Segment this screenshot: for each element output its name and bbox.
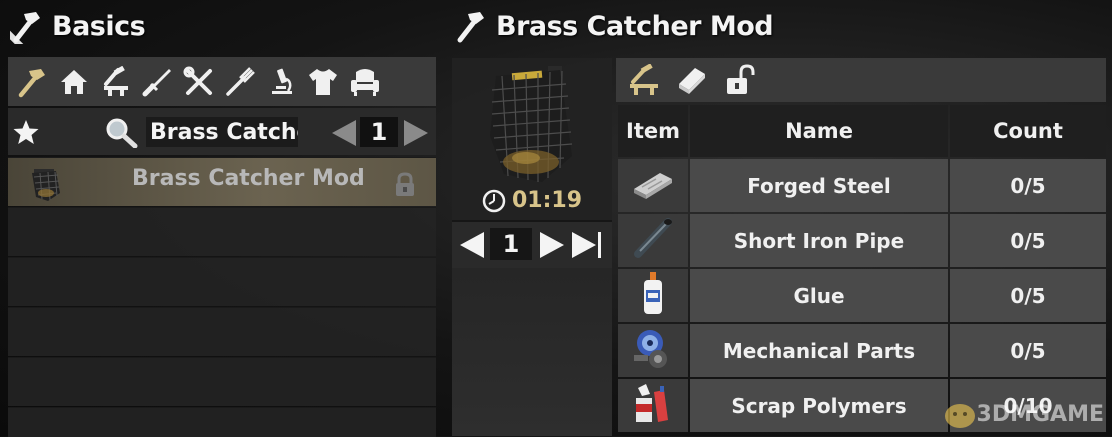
craft-time: 01:19 — [482, 188, 582, 213]
tools-wrench-screwdriver-icon — [183, 66, 212, 95]
scrap-polymers-icon — [636, 384, 668, 422]
recipe-name: Brass Catcher Mod — [132, 166, 365, 191]
ingredient-name: Scrap Polymers — [690, 379, 948, 432]
tab-clothing[interactable] — [303, 59, 345, 105]
tab-basics[interactable] — [12, 59, 54, 105]
column-header-item: Item — [618, 105, 688, 157]
ingredient-name: Mechanical Parts — [690, 324, 948, 377]
ingredient-count: 0/5 — [950, 324, 1106, 377]
column-header-count: Count — [950, 105, 1106, 157]
recipe-list-item-selected[interactable]: Brass Catcher Mod — [8, 157, 436, 206]
recipe-list-item[interactable] — [8, 407, 436, 437]
mechanical-parts-icon — [634, 330, 667, 368]
tab-building[interactable] — [54, 59, 96, 105]
recipe-list-item[interactable] — [8, 257, 436, 306]
category-tabs — [8, 57, 436, 106]
tab-decor[interactable] — [344, 59, 386, 105]
column-header-name: Name — [690, 105, 948, 157]
ingredient-count: 0/5 — [950, 159, 1106, 212]
ingredient-name: Forged Steel — [690, 159, 948, 212]
watermark: 3DMGAME — [943, 398, 1104, 430]
quantity-decrease-arrow-icon[interactable] — [458, 230, 486, 260]
ingredient-row[interactable]: Short Iron Pipe 0/5 — [618, 214, 1106, 267]
favorites-star-icon[interactable] — [12, 118, 40, 146]
page-prev-arrow-icon[interactable] — [330, 118, 358, 148]
weapon-knife-icon — [142, 68, 172, 96]
ingredient-count: 0/5 — [950, 269, 1106, 322]
search-icon — [106, 118, 138, 148]
ingredient-icon-cell — [618, 269, 688, 322]
quantity-value[interactable]: 1 — [490, 228, 532, 260]
workbench-button[interactable] — [620, 60, 668, 100]
ingredient-row[interactable]: Glue 0/5 — [618, 269, 1106, 322]
science-microscope-icon — [271, 68, 292, 94]
building-icon — [61, 69, 88, 94]
recipe-book-button[interactable] — [668, 60, 716, 100]
craft-quantity-row: 1 — [452, 220, 612, 268]
unlock-icon — [727, 64, 755, 94]
tab-weapons[interactable] — [137, 59, 179, 105]
lock-icon — [396, 172, 414, 196]
food-fork-icon — [226, 66, 256, 96]
tab-science[interactable] — [261, 59, 303, 105]
recipe-title: Brass Catcher Mod — [454, 6, 774, 46]
iron-pipe-icon — [634, 218, 672, 258]
watermark-text: 3DMGAME — [976, 401, 1104, 427]
hammer-icon — [457, 12, 484, 43]
recipe-preview-panel: 01:19 1 — [452, 58, 612, 436]
ingredient-row[interactable]: Mechanical Parts 0/5 — [618, 324, 1106, 377]
recipe-list-item[interactable] — [8, 307, 436, 356]
ingredient-name: Glue — [690, 269, 948, 322]
recipe-list-item[interactable] — [8, 207, 436, 256]
brass-catcher-mod-icon — [32, 169, 60, 201]
recipe-list-panel: Brass Catcher 1 Brass Catcher Mod — [8, 57, 436, 437]
workbench-icon — [630, 64, 658, 95]
recipe-toolbar — [616, 58, 1106, 102]
ingredients-table: Item Name Count Forged Steel 0/5 Short I… — [616, 103, 1108, 434]
craft-time-value: 01:19 — [512, 188, 583, 213]
page-number: 1 — [360, 117, 398, 147]
quantity-increase-arrow-icon[interactable] — [538, 230, 566, 260]
recipe-title-text: Brass Catcher Mod — [496, 10, 774, 42]
ingredient-icon-cell — [618, 214, 688, 267]
brass-catcher-mod-preview-icon — [490, 66, 573, 182]
preview-empty-area — [452, 268, 612, 436]
quantity-max-arrow-icon[interactable] — [570, 230, 604, 260]
crafting-tools-icon — [103, 65, 128, 96]
book-icon — [679, 68, 705, 94]
tab-tools[interactable] — [178, 59, 220, 105]
ingredient-icon-cell — [618, 324, 688, 377]
ingredient-icon-cell — [618, 159, 688, 212]
search-input[interactable]: Brass Catcher — [146, 117, 298, 147]
clock-icon — [482, 189, 506, 212]
tab-workstation[interactable] — [95, 59, 137, 105]
tab-food[interactable] — [220, 59, 262, 105]
ingredient-row[interactable]: Forged Steel 0/5 — [618, 159, 1106, 212]
category-title-text: Basics — [52, 10, 146, 42]
ingredient-name: Short Iron Pipe — [690, 214, 948, 267]
unlock-button[interactable] — [716, 60, 764, 100]
basics-hammer-icon — [18, 68, 45, 97]
clothing-shirt-icon — [309, 68, 338, 95]
hammer-icon — [10, 12, 40, 44]
watermark-mascot-icon — [944, 404, 975, 428]
decor-armchair-icon — [350, 68, 379, 96]
ingredient-icon-cell — [618, 379, 688, 432]
glue-icon — [644, 272, 662, 314]
forged-steel-icon — [634, 173, 672, 199]
ingredient-count: 0/5 — [950, 214, 1106, 267]
crafting-category-title: Basics — [10, 6, 146, 46]
search-row: Brass Catcher 1 — [8, 108, 436, 155]
page-next-arrow-icon[interactable] — [402, 118, 430, 148]
recipe-list-item[interactable] — [8, 357, 436, 406]
